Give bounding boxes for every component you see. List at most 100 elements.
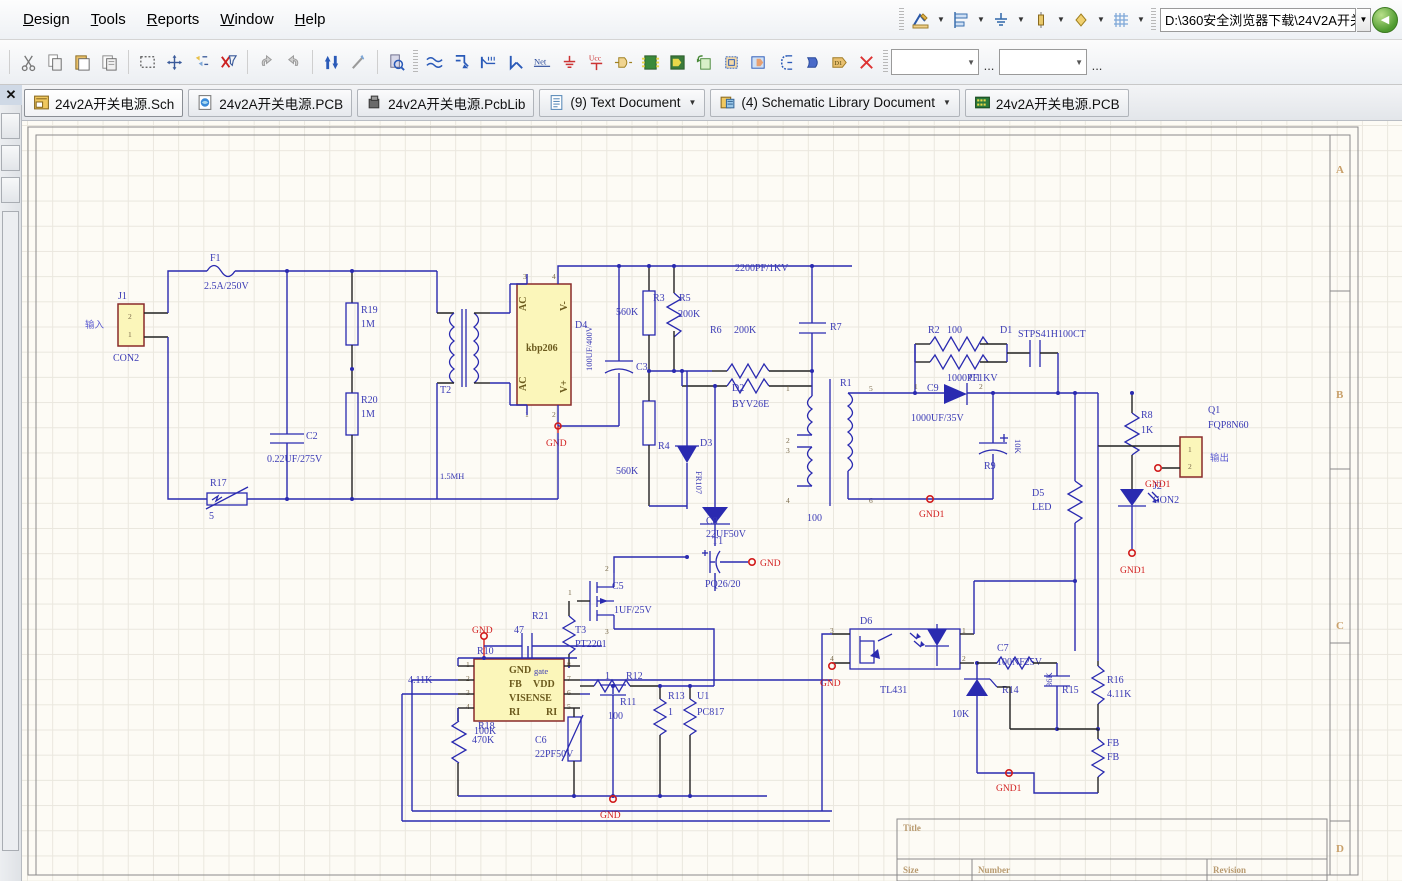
chevron-down-icon[interactable]: ▼ <box>943 98 951 107</box>
panel-button-1[interactable] <box>1 113 20 139</box>
cut-icon[interactable] <box>15 48 42 76</box>
svg-text:6: 6 <box>869 496 873 505</box>
navigate-back-icon[interactable]: ◀ <box>1372 7 1398 33</box>
schematic-tools-dropdown-icon[interactable]: ▼ <box>935 8 947 32</box>
place-netlabel-icon[interactable] <box>502 48 529 76</box>
tab-pcblib[interactable]: 24v2A开关电源.PcbLib <box>357 89 534 117</box>
tab-schematic-library-document[interactable]: (4) Schematic Library Document ▼ <box>710 89 960 117</box>
schematic-doc-icon <box>33 94 50 111</box>
schematic-tools-icon[interactable] <box>908 7 934 33</box>
combo-toolbar-grip[interactable] <box>883 50 888 74</box>
place-bus-entry-icon[interactable] <box>475 48 502 76</box>
document-path-field[interactable]: D:\360安全浏览器下载\24V2A开关 <box>1160 8 1356 32</box>
align-dropdown-icon[interactable]: ▼ <box>975 8 987 32</box>
place-sheet-entry-icon[interactable] <box>664 48 691 76</box>
component-class-combo[interactable]: ▼ <box>999 49 1087 75</box>
svg-text:3: 3 <box>605 627 609 636</box>
ref-T3: R10 <box>477 646 494 657</box>
net-class-combo[interactable]: ▼ <box>891 49 979 75</box>
place-toolbar-grip[interactable] <box>413 50 418 74</box>
net-class-browse-button[interactable]: ... <box>979 49 999 75</box>
svg-text:4: 4 <box>466 702 470 711</box>
zoom-document-icon[interactable] <box>383 48 410 76</box>
menu-item-window[interactable]: Window <box>211 7 282 32</box>
value-R20: 1M <box>361 409 375 420</box>
svg-text:2: 2 <box>1188 462 1192 471</box>
place-harness-connector-icon[interactable] <box>718 48 745 76</box>
path-toolbar-grip[interactable] <box>1151 8 1156 32</box>
net-color-dropdown-icon[interactable]: ▼ <box>1095 8 1107 32</box>
value-U1: TL431 <box>880 685 907 696</box>
ref-F1: F1 <box>210 253 221 264</box>
undo-icon[interactable] <box>253 48 280 76</box>
ref-C1: D1 <box>1000 325 1012 336</box>
tab-pcb-board[interactable]: 24v2A开关电源.PCB <box>965 89 1129 117</box>
place-port-icon[interactable] <box>799 48 826 76</box>
grid-dropdown-icon[interactable]: ▼ <box>1135 8 1147 32</box>
net-color-icon[interactable] <box>1068 7 1094 33</box>
toolbar-grip[interactable] <box>899 8 904 32</box>
place-sheet-symbol-icon[interactable] <box>637 48 664 76</box>
panel-button-3[interactable] <box>1 177 20 203</box>
tab-pcb[interactable]: 24v2A开关电源.PCB <box>188 89 352 117</box>
align-icon[interactable] <box>948 7 974 33</box>
value-D4: kbp206 <box>526 343 558 354</box>
chevron-down-icon[interactable]: ▼ <box>688 98 696 107</box>
place-wire-icon[interactable] <box>421 48 448 76</box>
value-R13: PC817 <box>697 707 724 718</box>
component-T3: R10 GND gate FB VDD VISENSE RI RI 100K 1… <box>402 611 832 821</box>
menu-item-tools[interactable]: Tools <box>82 7 135 32</box>
ref-C6: R11 <box>620 697 636 708</box>
paste-special-icon[interactable] <box>96 48 123 76</box>
tab-text-document[interactable]: (9) Text Document ▼ <box>539 89 705 117</box>
title-block-title-label: Title <box>903 823 921 833</box>
place-part-icon[interactable] <box>610 48 637 76</box>
output-stage: R8 1K J2 CON2 GND1 D5 LED <box>1032 391 1249 651</box>
updown-arrows-icon[interactable] <box>318 48 345 76</box>
value-R21: PT2201 <box>575 639 607 650</box>
menu-item-design[interactable]: Design <box>14 7 79 32</box>
cross-probe-icon[interactable] <box>188 48 215 76</box>
select-area-icon[interactable] <box>134 48 161 76</box>
ref-U1: D6 <box>860 616 872 627</box>
ref-R9: R8 <box>1141 410 1153 421</box>
menu-item-reports[interactable]: Reports <box>138 7 209 32</box>
no-erc-icon[interactable] <box>853 48 880 76</box>
schematic-canvas[interactable]: A B C D Title Size Number Revision 2 1 <box>22 121 1402 881</box>
place-bus-icon[interactable] <box>448 48 475 76</box>
ref-D3: C8 <box>706 516 718 527</box>
wand-icon[interactable] <box>345 48 372 76</box>
place-device-sheet-icon[interactable] <box>691 48 718 76</box>
power-port-icon[interactable] <box>988 7 1014 33</box>
place-offsheet-icon[interactable]: D1 <box>826 48 853 76</box>
move-icon[interactable] <box>161 48 188 76</box>
place-vcc-icon[interactable]: Ucc <box>583 48 610 76</box>
svg-text:V-: V- <box>559 301 570 311</box>
document-path-dropdown-icon[interactable]: ▼ <box>1357 8 1371 32</box>
ref-D2: D3 <box>700 438 712 449</box>
paste-icon[interactable] <box>69 48 96 76</box>
ref-T2: T2 <box>440 385 451 396</box>
value-R12: 1 <box>668 707 673 718</box>
svg-text:5: 5 <box>869 384 873 393</box>
tab-schematic-sch[interactable]: 24v2A开关电源.Sch <box>24 89 183 117</box>
place-harness-entry-icon[interactable] <box>745 48 772 76</box>
component-dropdown-icon[interactable]: ▼ <box>1055 8 1067 32</box>
panel-scroll-track[interactable] <box>2 211 19 851</box>
clear-filter-icon[interactable] <box>215 48 242 76</box>
close-icon[interactable]: ✕ <box>0 85 22 105</box>
place-gnd-icon[interactable] <box>556 48 583 76</box>
component-icon[interactable] <box>1028 7 1054 33</box>
copy-icon[interactable] <box>42 48 69 76</box>
redo-icon[interactable] <box>280 48 307 76</box>
ref-C8: T1 <box>712 536 723 547</box>
menu-item-help[interactable]: Help <box>286 7 335 32</box>
component-class-browse-button[interactable]: ... <box>1087 49 1107 75</box>
panel-button-2[interactable] <box>1 145 20 171</box>
value-C3: 100UF/400V <box>584 325 594 371</box>
net-icon[interactable]: Net <box>529 48 556 76</box>
place-signal-harness-icon[interactable] <box>772 48 799 76</box>
grid-icon[interactable] <box>1108 7 1134 33</box>
power-port-dropdown-icon[interactable]: ▼ <box>1015 8 1027 32</box>
ref-R14: C7 <box>997 643 1009 654</box>
